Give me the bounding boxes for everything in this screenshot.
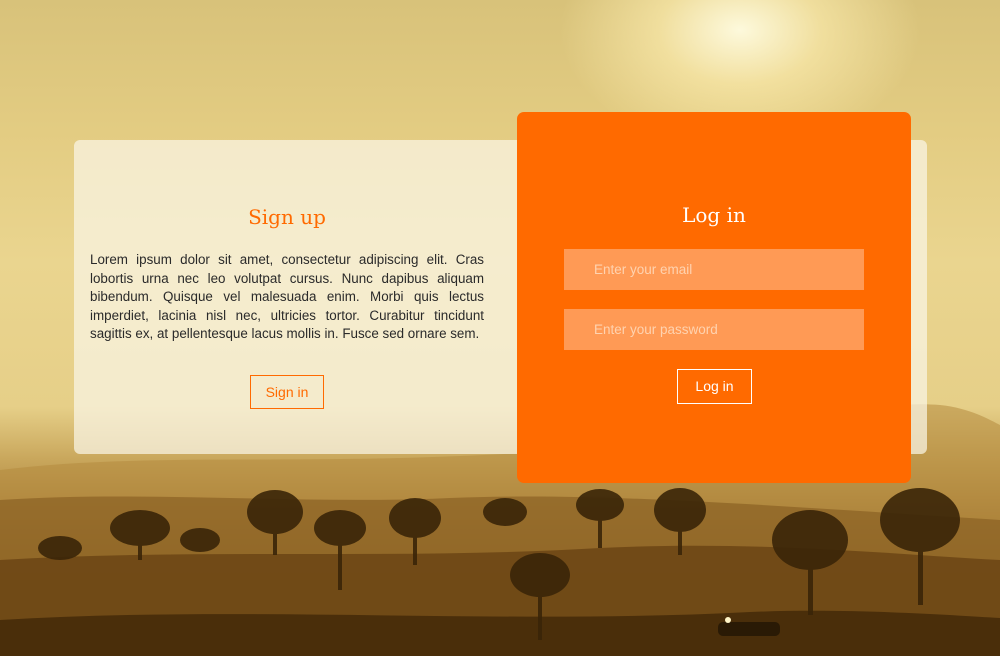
signup-section: Sign up Lorem ipsum dolor sit amet, cons… [90,140,484,454]
email-input[interactable] [564,249,864,290]
login-title: Log in [682,203,746,227]
password-input[interactable] [564,309,864,350]
signup-title: Sign up [248,205,326,229]
sign-in-button[interactable]: Sign in [250,375,324,409]
signup-description: Lorem ipsum dolor sit amet, consectetur … [90,252,484,342]
login-card: Log in Log in [517,112,911,483]
log-in-button[interactable]: Log in [677,369,752,404]
